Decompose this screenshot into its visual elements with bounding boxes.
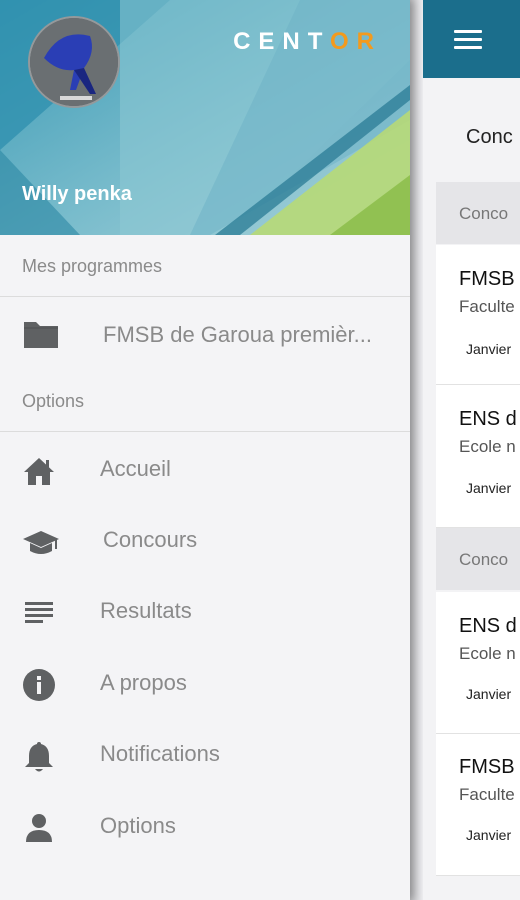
programs-header: Mes programmes (22, 256, 163, 276)
sidebar-item-label: Concours (103, 527, 198, 552)
card-subtitle: Faculte (459, 785, 515, 804)
person-icon (26, 814, 52, 842)
home-icon (24, 458, 54, 485)
drawer-header: CENTOR Willy penka (0, 0, 410, 235)
brand-logo: CENTOR (233, 28, 382, 56)
card-subtitle: Faculte (459, 297, 515, 316)
card-title: ENS d (459, 408, 517, 430)
sidebar-item-label: Notifications (100, 741, 220, 766)
sidebar-item-concours[interactable]: Concours (0, 509, 410, 573)
sidebar-item-options[interactable]: Options (0, 795, 410, 859)
divider (0, 431, 410, 432)
avatar-image (30, 18, 118, 106)
card-title: FMSB (459, 756, 515, 778)
card-subtitle: Ecole n (459, 644, 516, 663)
sidebar-item-label: Resultats (100, 598, 192, 623)
navigation-drawer: CENTOR Willy penka Mes programmes FMSB d… (0, 0, 410, 900)
section-label: Conco (459, 204, 509, 223)
folder-icon (24, 322, 58, 348)
divider (0, 296, 410, 297)
options-header: Options (22, 391, 85, 411)
program-label: FMSB de Garoua premièr... (103, 322, 372, 347)
sidebar-item-accueil[interactable]: Accueil (0, 438, 410, 502)
brand-text: CENT (233, 28, 330, 55)
program-item[interactable]: FMSB de Garoua premièr... (0, 302, 410, 366)
sidebar-item-label: Options (100, 813, 176, 838)
card-title: FMSB (459, 268, 515, 290)
card-date: Janvier (466, 686, 512, 702)
list-icon (25, 602, 53, 623)
sidebar-item-notifications[interactable]: Notifications (0, 723, 410, 787)
brand-accent: OR (330, 28, 382, 55)
sidebar-item-resultats[interactable]: Resultats (0, 580, 410, 644)
card-title: ENS d (459, 615, 517, 637)
graduation-cap-icon (23, 531, 59, 554)
card-date: Janvier (466, 480, 512, 496)
sidebar-item-a-propos[interactable]: A propos (0, 652, 410, 716)
page-title: Conc (466, 126, 513, 148)
menu-icon[interactable] (454, 30, 482, 50)
card-subtitle: Ecole n (459, 437, 516, 456)
avatar[interactable] (28, 16, 120, 108)
card-date: Janvier (466, 341, 512, 357)
sidebar-item-label: Accueil (100, 456, 171, 481)
user-name: Willy penka (22, 183, 132, 205)
scrim-edge (410, 0, 423, 900)
sidebar-item-label: A propos (100, 670, 187, 695)
card-date: Janvier (466, 827, 512, 843)
info-icon (23, 669, 55, 701)
bell-icon (25, 742, 53, 772)
section-label: Conco (459, 550, 509, 569)
